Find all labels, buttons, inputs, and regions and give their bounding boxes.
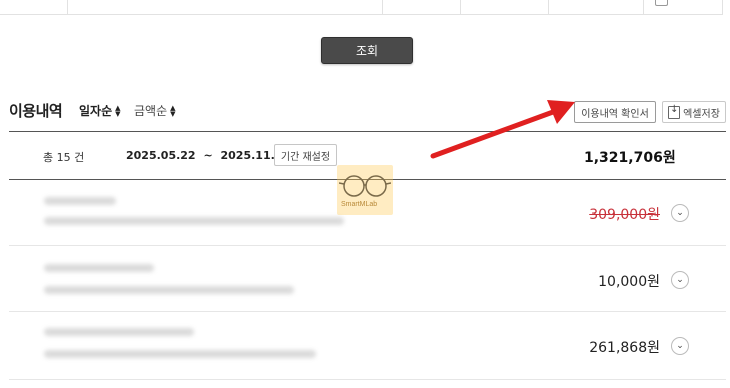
blurred-merchant: [44, 328, 194, 336]
excel-save-button[interactable]: 엑셀저장: [662, 101, 726, 123]
section-title: 이용내역: [9, 102, 63, 120]
chevron-down-icon[interactable]: ⌄: [671, 204, 689, 222]
list-item[interactable]: 10,000원 ⌄: [9, 246, 726, 312]
annotation-arrow-icon: [430, 100, 575, 159]
sort-by-amount[interactable]: 금액순 ▲ ▼: [134, 102, 176, 119]
sort-amount-label: 금액순: [134, 104, 168, 118]
sort-by-date[interactable]: 일자순 ▲ ▼: [79, 102, 121, 119]
checkbox-icon[interactable]: [655, 0, 668, 6]
download-icon: [668, 104, 681, 119]
sort-updown-icon: ▲ ▼: [170, 103, 176, 118]
blurred-merchant: [44, 264, 154, 272]
chevron-down-icon[interactable]: ⌄: [671, 337, 689, 355]
row-amount: 261,868원: [589, 340, 660, 356]
chevron-down-icon[interactable]: ⌄: [671, 271, 689, 289]
row-amount: 10,000원: [598, 274, 660, 290]
sort-date-label: 일자순: [79, 104, 113, 118]
total-count: 총 15 건: [43, 151, 85, 164]
total-amount: 1,321,706원: [584, 150, 676, 166]
reset-period-button[interactable]: 기간 재설정: [274, 144, 337, 166]
previous-table-edge: [0, 0, 730, 16]
blurred-details: [44, 217, 344, 225]
blurred-details: [44, 350, 316, 358]
blurred-details: [44, 286, 294, 294]
watermark-text: SmartMLab: [341, 201, 378, 208]
sort-updown-icon: ▲ ▼: [115, 103, 121, 118]
row-amount: 309,000원: [589, 207, 660, 223]
watermark-logo: SmartMLab: [337, 165, 393, 215]
blurred-merchant: [44, 197, 116, 205]
list-item[interactable]: 261,868원 ⌄: [9, 312, 726, 380]
excel-save-label: 엑셀저장: [683, 108, 720, 120]
date-range: 2025.05.22 ~ 2025.11.22: [126, 149, 290, 162]
start-date: 2025.05.22: [126, 149, 196, 162]
date-separator: ~: [203, 149, 213, 162]
usage-confirmation-button[interactable]: 이용내역 확인서: [574, 101, 656, 123]
glasses-icon: [339, 175, 391, 197]
search-button[interactable]: 조회: [321, 37, 413, 64]
